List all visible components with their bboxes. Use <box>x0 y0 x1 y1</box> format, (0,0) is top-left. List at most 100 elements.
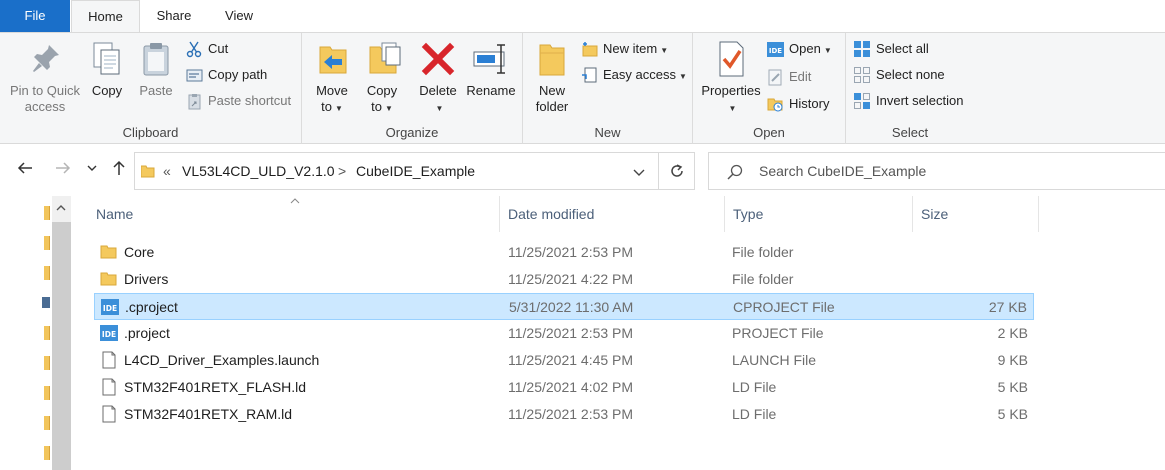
properties-button[interactable]: Properties ▼ <box>699 39 763 117</box>
chevron-down-icon: ▼ <box>384 104 393 113</box>
rename-label: Rename <box>466 83 516 98</box>
nav-folder-icon[interactable] <box>44 446 50 460</box>
nav-document-icon[interactable] <box>42 297 50 308</box>
file-row[interactable]: Core 11/25/2021 2:53 PM File folder <box>94 239 1034 266</box>
up-button[interactable] <box>108 159 130 181</box>
scroll-up-icon[interactable] <box>55 202 67 214</box>
file-row[interactable]: STM32F401RETX_RAM.ld 11/25/2021 2:53 PM LD… <box>94 401 1034 428</box>
copy-button[interactable]: Copy <box>86 39 128 99</box>
file-row[interactable]: L4CD_Driver_Examples.launch 11/25/2021 4:… <box>94 347 1034 374</box>
tab-home[interactable]: Home <box>71 0 140 33</box>
rename-button[interactable]: Rename <box>464 39 518 99</box>
copy-to-label-line1: Copy <box>366 83 398 98</box>
file-row[interactable]: STM32F401RETX_FLASH.ld 11/25/2021 4:02 PM… <box>94 374 1034 401</box>
breadcrumb-cubeide-example[interactable]: CubeIDE_Example <box>356 153 475 189</box>
recent-locations-button[interactable] <box>84 159 100 181</box>
back-button[interactable] <box>14 159 36 181</box>
pin-to-quick-access-button[interactable]: Pin to Quick access <box>6 39 84 115</box>
file-name: .project <box>124 325 170 341</box>
document-icon <box>100 351 118 369</box>
nav-folder-icon[interactable] <box>44 236 50 250</box>
file-type: PROJECT File <box>732 325 824 341</box>
paste-button[interactable]: Paste <box>134 39 178 99</box>
copy-path-label: Copy path <box>208 67 268 82</box>
search-input[interactable]: Search CubeIDE_Example <box>708 152 1165 190</box>
nav-folder-icon[interactable] <box>44 416 50 430</box>
nav-folder-icon[interactable] <box>44 326 50 340</box>
new-item-button[interactable]: New item ▼ <box>581 38 668 60</box>
paste-shortcut-button[interactable]: Paste shortcut <box>186 90 291 112</box>
new-folder-label-line2: folder <box>535 99 569 114</box>
file-row[interactable]: IDE .project 11/25/2021 2:53 PM PROJECT Fil… <box>94 320 1034 347</box>
select-all-label: Select all <box>876 41 929 56</box>
refresh-button[interactable] <box>659 152 695 190</box>
copy-icon <box>87 39 127 79</box>
move-to-label-line2: to <box>321 99 332 114</box>
chevron-down-icon: ▼ <box>660 46 669 55</box>
open-button[interactable]: IDE Open ▼ <box>767 38 832 60</box>
tab-file[interactable]: File <box>0 0 70 32</box>
file-name: STM32F401RETX_RAM.ld <box>124 406 293 422</box>
select-all-button[interactable]: Select all <box>854 38 929 60</box>
new-item-label: New item <box>603 41 658 56</box>
file-name: L4CD_Driver_Examples.launch <box>124 352 320 368</box>
history-button[interactable]: History <box>767 93 829 115</box>
copy-path-button[interactable]: Copy path <box>186 64 267 86</box>
history-icon <box>767 96 784 113</box>
nav-folder-icon[interactable] <box>44 206 50 220</box>
new-folder-label-line1: New <box>538 83 565 98</box>
open-group-label: Open <box>753 125 785 140</box>
breadcrumb-separator[interactable]: > <box>338 153 346 189</box>
new-folder-button[interactable]: New folder <box>529 39 575 115</box>
file-row[interactable]: IDE .cproject 5/31/2022 11:30 AM CPROJECT F… <box>94 293 1034 320</box>
column-header-name[interactable]: Name <box>88 196 500 232</box>
forward-button[interactable] <box>52 159 74 181</box>
edit-icon <box>767 69 784 86</box>
delete-x-icon <box>418 39 458 79</box>
chevron-down-icon <box>87 165 97 171</box>
cut-button[interactable]: Cut <box>186 38 228 60</box>
nav-scrollbar-thumb[interactable] <box>52 222 71 470</box>
svg-text:IDE: IDE <box>769 47 782 55</box>
file-size: 9 KB <box>997 352 1028 368</box>
nav-folder-icon[interactable] <box>44 386 50 400</box>
copy-label: Copy <box>91 83 123 98</box>
chevron-down-icon: ▼ <box>823 46 832 55</box>
invert-selection-button[interactable]: Invert selection <box>854 90 963 112</box>
breadcrumb-overflow[interactable]: « <box>163 153 171 189</box>
copy-to-label-line2: to <box>371 99 382 114</box>
column-header-size[interactable]: Size <box>913 196 1039 232</box>
folder-icon <box>141 165 155 178</box>
new-item-icon <box>581 41 598 58</box>
chevron-down-icon[interactable] <box>632 165 646 179</box>
address-bar[interactable]: « VL53L4CD_ULD_V2.1.0 > CubeIDE_Example <box>134 152 659 190</box>
file-row[interactable]: Drivers 11/25/2021 4:22 PM File folder <box>94 266 1034 293</box>
history-label: History <box>789 96 830 111</box>
file-date-modified: 11/25/2021 2:53 PM <box>508 325 634 341</box>
nav-folder-icon[interactable] <box>44 266 50 280</box>
file-type: LD File <box>732 379 777 395</box>
easy-access-button[interactable]: Easy access ▼ <box>581 64 687 86</box>
column-header-type[interactable]: Type <box>725 196 913 232</box>
navigation-pane[interactable] <box>0 196 72 470</box>
file-name: .cproject <box>125 299 178 315</box>
select-none-button[interactable]: Select none <box>854 64 945 86</box>
tab-view[interactable]: View <box>207 0 271 32</box>
new-folder-icon <box>532 39 572 79</box>
easy-access-icon <box>581 67 598 84</box>
organize-group-label: Organize <box>385 125 439 140</box>
edit-button[interactable]: Edit <box>767 66 811 88</box>
delete-button[interactable]: Delete ▼ <box>414 39 462 117</box>
nav-folder-icon[interactable] <box>44 356 50 370</box>
move-to-button[interactable]: Move to ▼ <box>310 39 354 117</box>
file-type: CPROJECT File <box>733 299 835 315</box>
column-header-date[interactable]: Date modified <box>500 196 725 232</box>
folder-icon <box>100 243 118 261</box>
breadcrumb-vl53l4cd[interactable]: VL53L4CD_ULD_V2.1.0 <box>182 153 335 189</box>
copy-to-button[interactable]: Copy to ▼ <box>360 39 404 117</box>
open-group: Properties ▼ IDE Open ▼ Edit History Open <box>693 33 846 144</box>
tab-share[interactable]: Share <box>142 0 206 32</box>
pin-icon <box>25 39 65 79</box>
select-none-label: Select none <box>876 67 945 82</box>
ribbon: Pin to Quick access Copy Paste Cut Copy … <box>0 32 1165 144</box>
